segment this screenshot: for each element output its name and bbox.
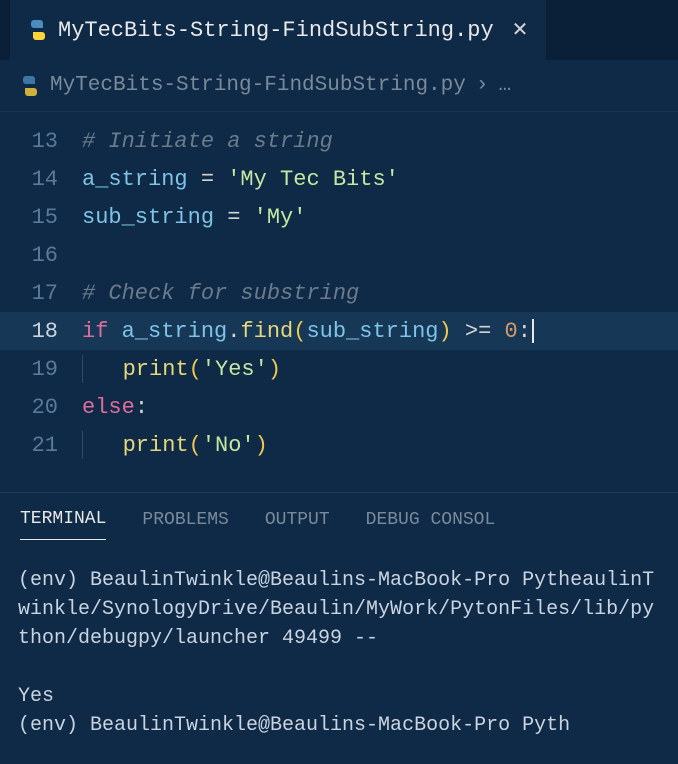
code-content: print('Yes') <box>82 355 281 383</box>
tab-bar: MyTecBits-String-FindSubString.py ✕ <box>0 0 678 60</box>
code-editor[interactable]: 13# Initiate a string14a_string = 'My Te… <box>0 112 678 474</box>
editor-tab[interactable]: MyTecBits-String-FindSubString.py ✕ <box>10 0 546 60</box>
tab-debug-console[interactable]: DEBUG CONSOL <box>366 510 496 540</box>
tab-terminal[interactable]: TERMINAL <box>20 509 106 540</box>
line-number: 17 <box>0 281 82 306</box>
line-number: 14 <box>0 167 82 192</box>
code-line[interactable]: 17# Check for substring <box>0 274 678 312</box>
code-content: print('No') <box>82 431 268 459</box>
code-line[interactable]: 20else: <box>0 388 678 426</box>
code-line[interactable]: 18if a_string.find(sub_string) >= 0: <box>0 312 678 350</box>
code-content: else: <box>82 395 148 420</box>
line-number: 13 <box>0 129 82 154</box>
code-line[interactable]: 15sub_string = 'My' <box>0 198 678 236</box>
code-line[interactable]: 13# Initiate a string <box>0 122 678 160</box>
line-number: 16 <box>0 243 82 268</box>
tab-filename: MyTecBits-String-FindSubString.py <box>58 18 494 43</box>
code-line[interactable]: 14a_string = 'My Tec Bits' <box>0 160 678 198</box>
line-number: 18 <box>0 319 82 344</box>
breadcrumb[interactable]: MyTecBits-String-FindSubString.py › … <box>0 60 678 112</box>
line-number: 21 <box>0 433 82 458</box>
tab-problems[interactable]: PROBLEMS <box>142 510 228 540</box>
python-icon <box>20 76 40 96</box>
line-number: 15 <box>0 205 82 230</box>
code-line[interactable]: 19 print('Yes') <box>0 350 678 388</box>
code-content: # Initiate a string <box>82 129 333 154</box>
terminal-output[interactable]: (env) BeaulinTwinkle@Beaulins-MacBook-Pr… <box>0 544 678 762</box>
code-line[interactable]: 16 <box>0 236 678 274</box>
python-icon <box>28 20 48 40</box>
code-content: # Check for substring <box>82 281 359 306</box>
line-number: 19 <box>0 357 82 382</box>
close-icon[interactable]: ✕ <box>512 17 529 43</box>
code-content: sub_string = 'My' <box>82 205 306 230</box>
line-number: 20 <box>0 395 82 420</box>
cursor <box>532 319 534 343</box>
panel-tabs: TERMINAL PROBLEMS OUTPUT DEBUG CONSOL <box>0 492 678 544</box>
breadcrumb-filename: MyTecBits-String-FindSubString.py <box>50 74 466 97</box>
tab-output[interactable]: OUTPUT <box>265 510 330 540</box>
code-line[interactable]: 21 print('No') <box>0 426 678 464</box>
code-content: if a_string.find(sub_string) >= 0: <box>82 319 534 344</box>
code-content: a_string = 'My Tec Bits' <box>82 167 399 192</box>
chevron-right-icon: › <box>476 74 489 97</box>
breadcrumb-more: … <box>498 74 511 97</box>
